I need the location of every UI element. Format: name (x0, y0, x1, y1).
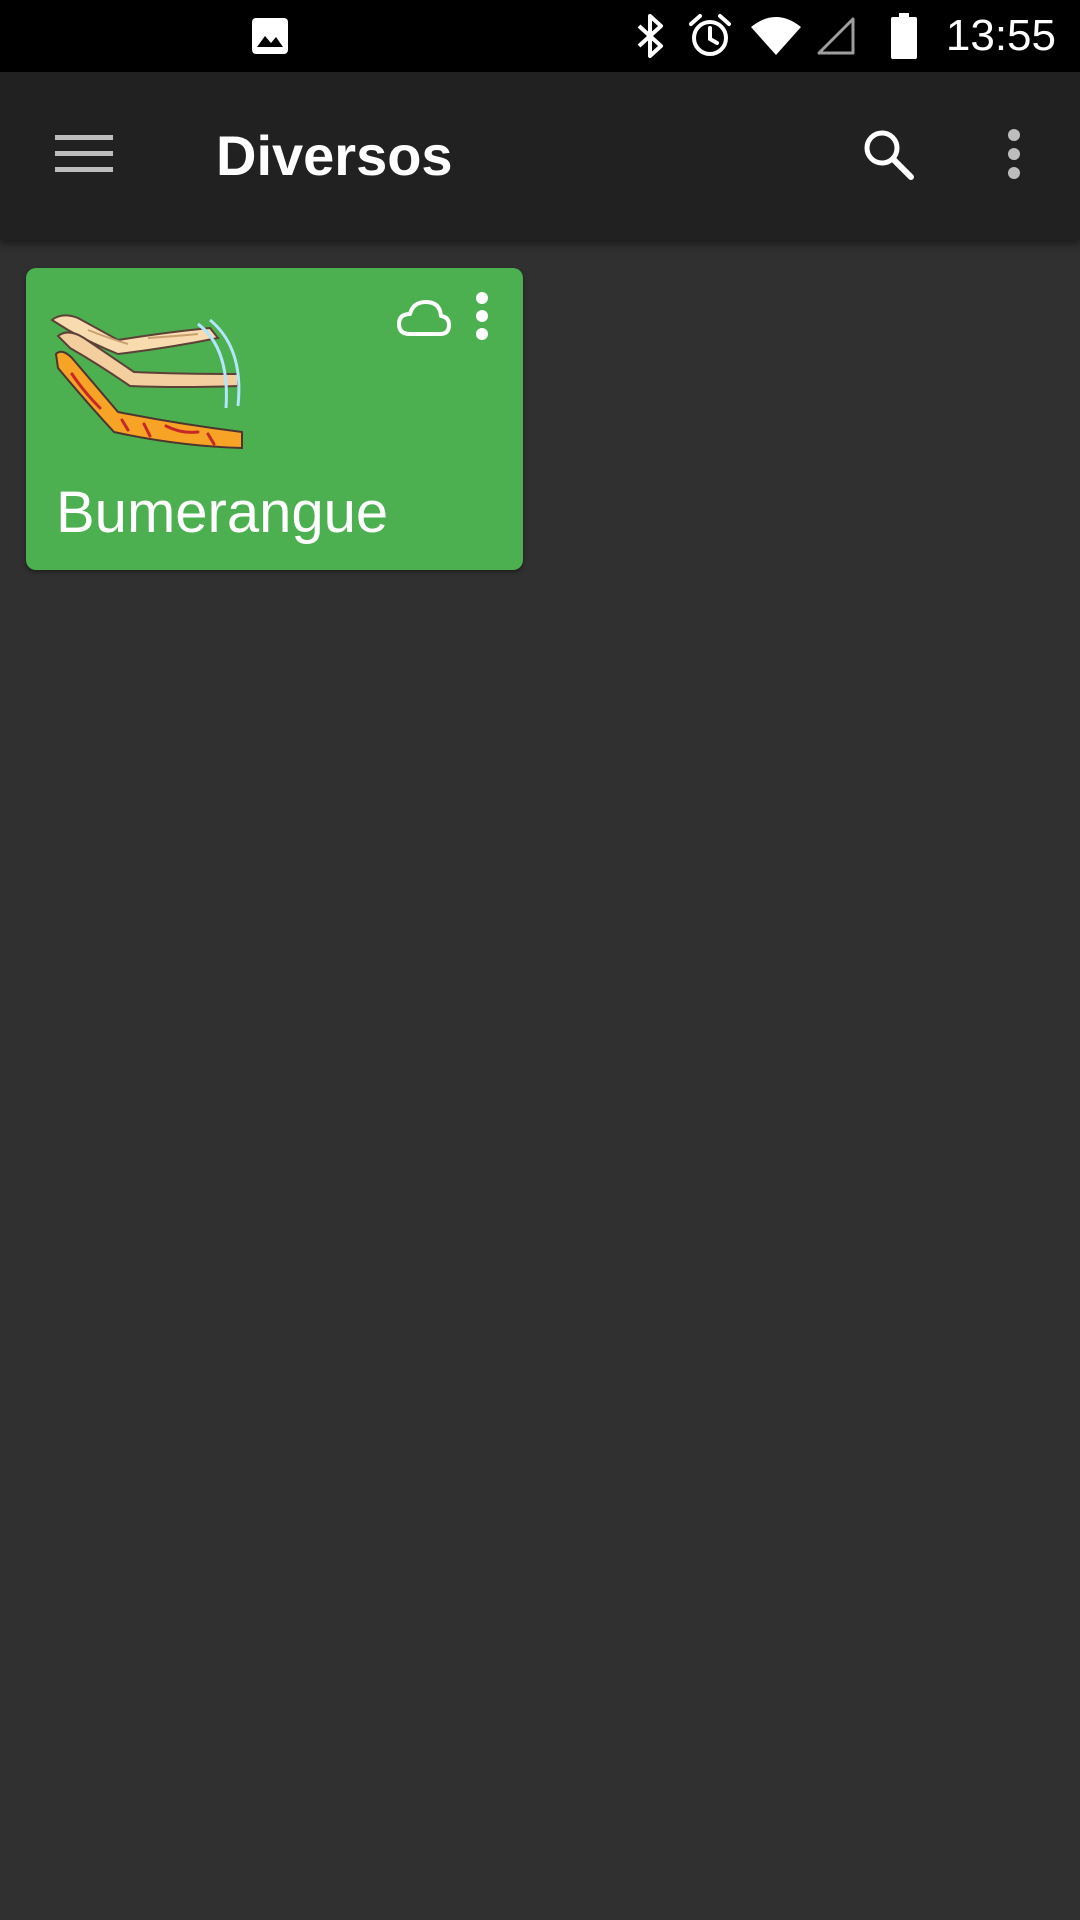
card-more-button[interactable] (462, 286, 502, 350)
menu-icon (55, 133, 113, 180)
alarm-icon (684, 12, 736, 60)
search-icon (860, 126, 916, 187)
cell-signal-icon (812, 12, 860, 60)
battery-icon (880, 12, 928, 60)
status-bar: 13:55 (0, 0, 1080, 72)
wifi-icon (748, 12, 804, 60)
more-vert-icon (475, 291, 489, 346)
more-vert-icon (1006, 128, 1022, 185)
category-card-bumerangue[interactable]: Bumerangue (26, 268, 523, 570)
overflow-menu-button[interactable] (966, 108, 1062, 204)
cloud-icon (394, 290, 454, 346)
content-area: Bumerangue (0, 240, 1080, 1920)
bluetooth-icon (626, 12, 674, 60)
app-bar: Diversos (0, 72, 1080, 240)
page-title: Diversos (216, 124, 453, 187)
card-label: Bumerangue (56, 480, 389, 545)
menu-button[interactable] (36, 108, 132, 204)
status-time: 13:55 (945, 11, 1056, 60)
boomerang-image (48, 308, 248, 458)
search-button[interactable] (840, 108, 936, 204)
image-notification-icon (246, 12, 294, 60)
